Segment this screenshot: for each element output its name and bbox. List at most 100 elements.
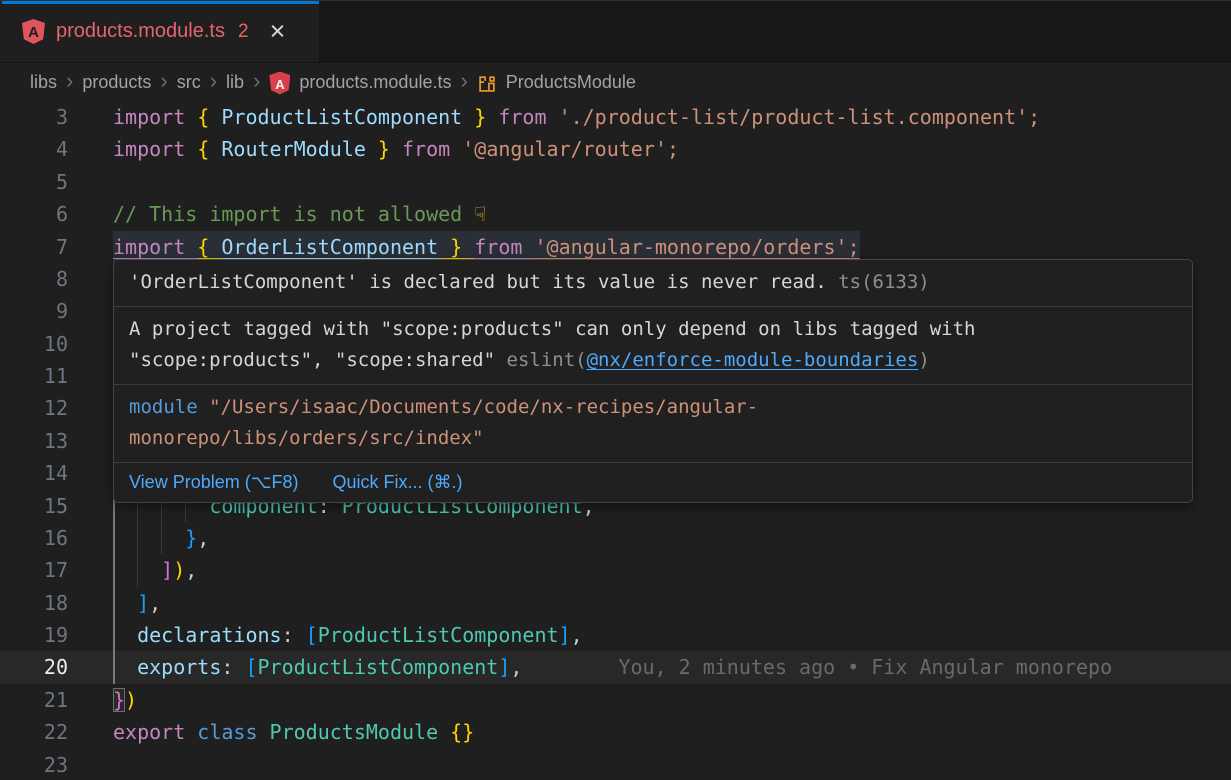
code-token <box>113 591 137 615</box>
line-number: 13 <box>0 425 100 457</box>
code-token: export <box>113 720 197 744</box>
code-token: ProductsModule <box>270 720 451 744</box>
code-token: ☟ <box>474 202 486 226</box>
class-symbol-icon <box>477 74 497 94</box>
code-line-20[interactable]: 20 exports: [ProductListComponent],You, … <box>0 651 1231 683</box>
line-number: 4 <box>0 133 100 165</box>
code-token: OrderListComponent <box>221 235 438 259</box>
diagnostic-ts-code: ts(6133) <box>838 271 930 293</box>
code-line-17[interactable]: 17 ]), <box>0 554 1231 586</box>
code-token: ; <box>848 235 860 259</box>
code-token: ] <box>559 623 571 647</box>
code-token: } <box>438 235 474 259</box>
line-number: 9 <box>0 295 100 327</box>
code-line-6[interactable]: 6// This import is not allowed ☟ <box>0 198 1231 230</box>
quick-fix-button[interactable]: Quick Fix... (⌘.) <box>332 469 462 496</box>
breadcrumb-item-src[interactable]: src <box>177 72 201 93</box>
breadcrumb-separator-icon: › <box>460 70 467 92</box>
code-line-21[interactable]: 21}) <box>0 684 1231 716</box>
code-token: RouterModule <box>221 137 366 161</box>
code-token: } <box>366 137 402 161</box>
code-token: {} <box>450 720 474 744</box>
code-token: [ <box>306 623 318 647</box>
line-number: 11 <box>0 360 100 392</box>
code-token: , <box>571 623 583 647</box>
code-token: { <box>197 137 221 161</box>
hover-action-bar: View Problem (⌥F8) Quick Fix... (⌘.) <box>114 463 1192 502</box>
breadcrumb: libs › products › src › lib › A products… <box>0 63 1231 101</box>
code-line-5[interactable]: 5 <box>0 166 1231 198</box>
code-token: ; <box>1028 105 1040 129</box>
view-problem-button[interactable]: View Problem (⌥F8) <box>129 469 298 496</box>
diagnostic-eslint-source: eslint( <box>507 349 587 371</box>
code-line-16[interactable]: 16 }, <box>0 522 1231 554</box>
code-token: ProductListComponent <box>258 655 499 679</box>
line-number: 10 <box>0 328 100 360</box>
code-token <box>113 526 185 550</box>
code-token: import <box>113 235 197 259</box>
code-token: class <box>197 720 269 744</box>
module-info: module "/Users/isaac/Documents/code/nx-r… <box>114 385 1192 463</box>
breadcrumb-item-products[interactable]: products <box>82 72 151 93</box>
code-token: , <box>197 526 209 550</box>
code-token: ] <box>498 655 510 679</box>
angular-file-icon: A <box>22 19 45 44</box>
tab-bar: A products.module.ts 2 × <box>0 1 1231 63</box>
diagnostic-ts-message: 'OrderListComponent' is declared but its… <box>129 271 827 293</box>
code-token: } <box>462 105 498 129</box>
code-line-18[interactable]: 18 ], <box>0 587 1231 619</box>
line-number: 23 <box>0 749 100 780</box>
code-line-19[interactable]: 19 declarations: [ProductListComponent], <box>0 619 1231 651</box>
code-line-4[interactable]: 4 import { RouterModule } from '@angular/… <box>0 133 1231 165</box>
line-number: 5 <box>0 166 100 198</box>
code-token: '@angular/router' <box>462 137 667 161</box>
code-token: import <box>113 105 197 129</box>
breadcrumb-item-file[interactable]: products.module.ts <box>299 72 451 93</box>
diagnostic-ts: 'OrderListComponent' is declared but its… <box>114 260 1192 307</box>
code-token: ; <box>667 137 679 161</box>
code-line-22[interactable]: 22 export class ProductsModule {} <box>0 716 1231 748</box>
line-number: 18 <box>0 587 100 619</box>
code-token: from <box>402 137 462 161</box>
breadcrumb-item-libs[interactable]: libs <box>30 72 57 93</box>
code-token: from <box>474 235 534 259</box>
code-token <box>113 558 161 582</box>
tab-error-count-badge: 2 <box>238 21 249 43</box>
line-number: 17 <box>0 554 100 586</box>
line-number: 8 <box>0 263 100 295</box>
hover-diagnostic-tooltip: 'OrderListComponent' is declared but its… <box>113 259 1193 503</box>
code-token: ProductListComponent <box>221 105 462 129</box>
code-token: from <box>498 105 558 129</box>
line-number: 14 <box>0 457 100 489</box>
code-token: '@angular-monorepo/orders' <box>534 235 847 259</box>
close-tab-icon[interactable]: × <box>270 18 286 45</box>
code-token: exports <box>113 655 221 679</box>
code-token: import <box>113 137 197 161</box>
code-token: './product-list/product-list.component' <box>559 105 1029 129</box>
line-number: 15 <box>0 490 100 522</box>
module-path: "/Users/isaac/Documents/code/nx-recipes/… <box>129 396 758 449</box>
code-token: ] <box>137 591 149 615</box>
editor[interactable]: 3 import { ProductListComponent } from '.… <box>0 101 1231 780</box>
code-token: : <box>221 655 245 679</box>
breadcrumb-separator-icon: › <box>210 70 217 92</box>
code-token: [ <box>245 655 257 679</box>
breadcrumb-item-symbol[interactable]: ProductsModule <box>506 72 636 93</box>
line-number: 16 <box>0 522 100 554</box>
line-number: 3 <box>0 101 100 133</box>
code-token: declarations <box>113 623 282 647</box>
breadcrumb-separator-icon: › <box>66 70 73 92</box>
code-line-23[interactable]: 23 <box>0 749 1231 780</box>
code-token: : <box>282 623 306 647</box>
breadcrumb-item-lib[interactable]: lib <box>226 72 244 93</box>
code-token: } <box>113 688 125 712</box>
tab-title: products.module.ts <box>56 20 225 43</box>
diagnostic-eslint: A project tagged with "scope:products" c… <box>114 307 1192 385</box>
tab-products-module[interactable]: A products.module.ts 2 × <box>0 1 320 62</box>
breadcrumb-separator-icon: › <box>160 70 167 92</box>
line-number: 6 <box>0 198 100 230</box>
code-token: } <box>185 526 197 550</box>
line-number: 22 <box>0 716 100 748</box>
code-line-3[interactable]: 3import { ProductListComponent } from '.… <box>0 101 1231 133</box>
eslint-rule-link[interactable]: @nx/enforce-module-boundaries <box>587 349 919 371</box>
